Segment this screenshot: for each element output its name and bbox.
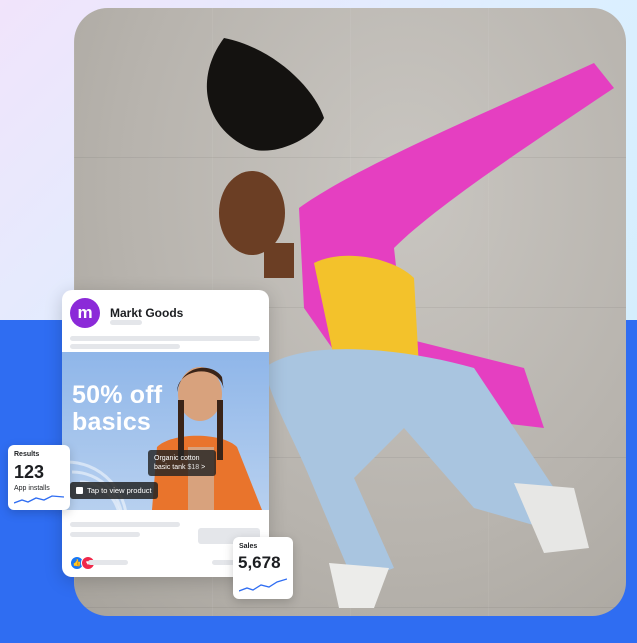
- sales-label: Sales: [239, 543, 258, 550]
- results-value: 123: [14, 462, 45, 482]
- placeholder-line: [70, 532, 140, 537]
- brand-name: Markt Goods: [110, 306, 184, 320]
- sales-stat-card: Sales 5,678: [233, 537, 293, 599]
- promo-line-2: basics: [72, 408, 152, 436]
- results-label: Results: [14, 451, 40, 458]
- product-name-line-2: basic tank: [154, 464, 186, 471]
- placeholder-line: [110, 320, 142, 325]
- tap-to-view-product-button[interactable]: Tap to view product: [70, 482, 158, 499]
- shopping-tag-icon: [76, 487, 83, 494]
- chevron-right-icon: >: [201, 464, 206, 471]
- results-sublabel: App installs: [14, 485, 50, 492]
- ad-preview-card: m Markt Goods 50% off basics Organic cot…: [62, 290, 269, 577]
- promo-headline: 50% off basics: [72, 382, 162, 436]
- product-name-line-1: Organic cotton: [154, 455, 200, 462]
- results-stat-card: Results 123 App installs: [8, 445, 70, 510]
- brand-logo-icon: m: [70, 298, 100, 328]
- product-price: $18: [187, 464, 200, 471]
- ad-creative-image[interactable]: 50% off basics Organic cotton basic tank…: [62, 352, 269, 510]
- trend-line-icon: [239, 578, 287, 592]
- sales-value: 5,678: [238, 553, 281, 572]
- cta-label: Tap to view product: [87, 486, 152, 495]
- placeholder-line: [70, 522, 180, 527]
- placeholder-line: [70, 344, 180, 349]
- placeholder-line: [88, 560, 128, 565]
- placeholder-line: [70, 336, 260, 341]
- product-tag[interactable]: Organic cotton basic tank $18 >: [148, 450, 216, 476]
- trend-line-icon: [14, 495, 64, 504]
- promo-line-1: 50% off: [72, 381, 163, 409]
